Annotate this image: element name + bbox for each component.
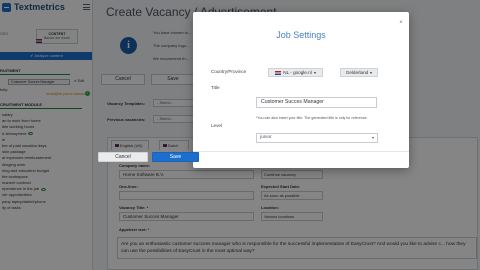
country-dropdown[interactable]: NL - google.nl [268, 68, 323, 77]
chevron-down-icon [370, 71, 373, 74]
close-icon[interactable]: × [398, 20, 404, 26]
modal-title: Job Settings [276, 30, 326, 40]
nl-flag-icon [275, 70, 282, 75]
modal-divider [193, 151, 409, 152]
level-label: Level [211, 123, 222, 128]
title-input[interactable]: Customer Succes Manager [256, 97, 377, 108]
level-select[interactable]: junior [256, 133, 378, 143]
country-label: Country/Province [211, 69, 247, 74]
job-settings-modal: × Job Settings Country/Province NL - goo… [193, 12, 409, 168]
province-value: Gelderland [345, 70, 369, 75]
level-value: junior [260, 135, 272, 140]
title-hint: *You can also insert your title. The gen… [256, 116, 368, 120]
modal-save-button[interactable]: Save [152, 152, 199, 162]
title-label: Title [211, 85, 220, 90]
modal-cancel-button[interactable]: Cancel [98, 152, 148, 162]
country-value: NL - google.nl [283, 70, 312, 75]
chevron-down-icon [372, 137, 374, 139]
province-dropdown[interactable]: Gelderland [340, 68, 378, 77]
chevron-down-icon [313, 71, 316, 74]
